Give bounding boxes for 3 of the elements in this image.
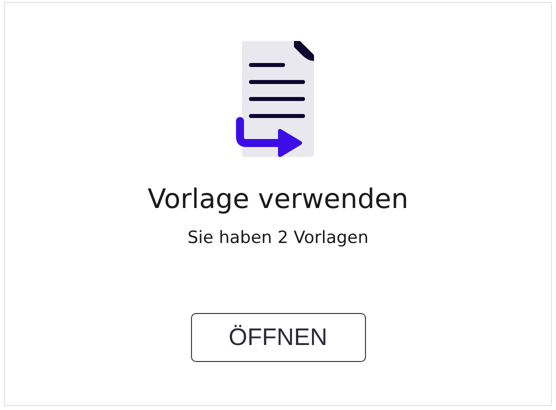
open-button[interactable]: ÖFFNEN bbox=[190, 313, 366, 362]
template-count: Sie haben 2 Vorlagen bbox=[187, 227, 369, 249]
card-title: Vorlage verwenden bbox=[148, 183, 408, 217]
